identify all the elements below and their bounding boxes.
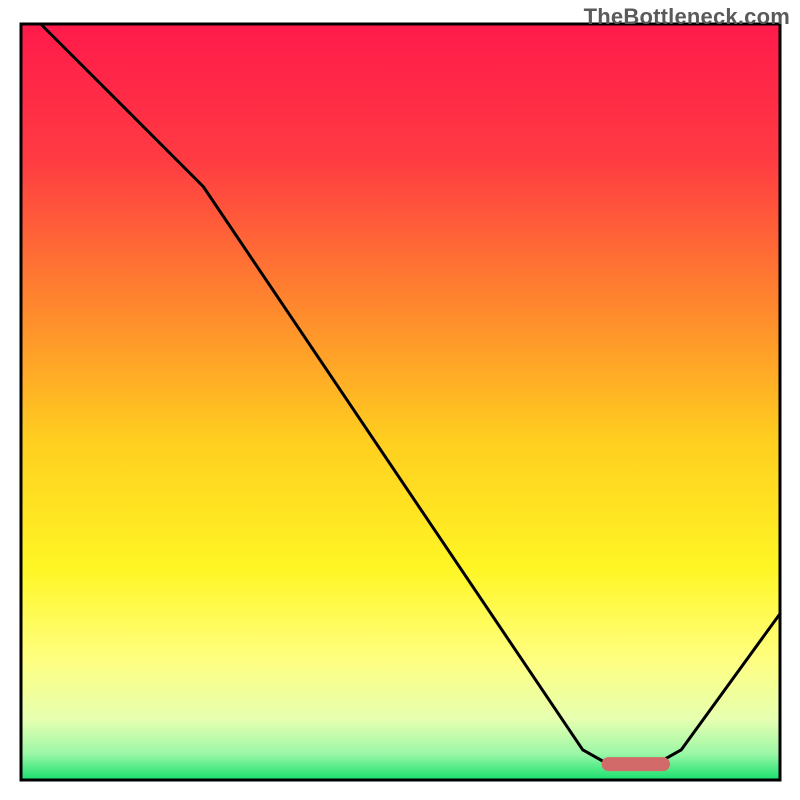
gradient-background bbox=[21, 24, 780, 780]
chart-svg bbox=[0, 0, 800, 800]
bottleneck-chart: TheBottleneck.com bbox=[0, 0, 800, 800]
optimal-marker bbox=[602, 757, 670, 771]
watermark-label: TheBottleneck.com bbox=[584, 4, 790, 30]
